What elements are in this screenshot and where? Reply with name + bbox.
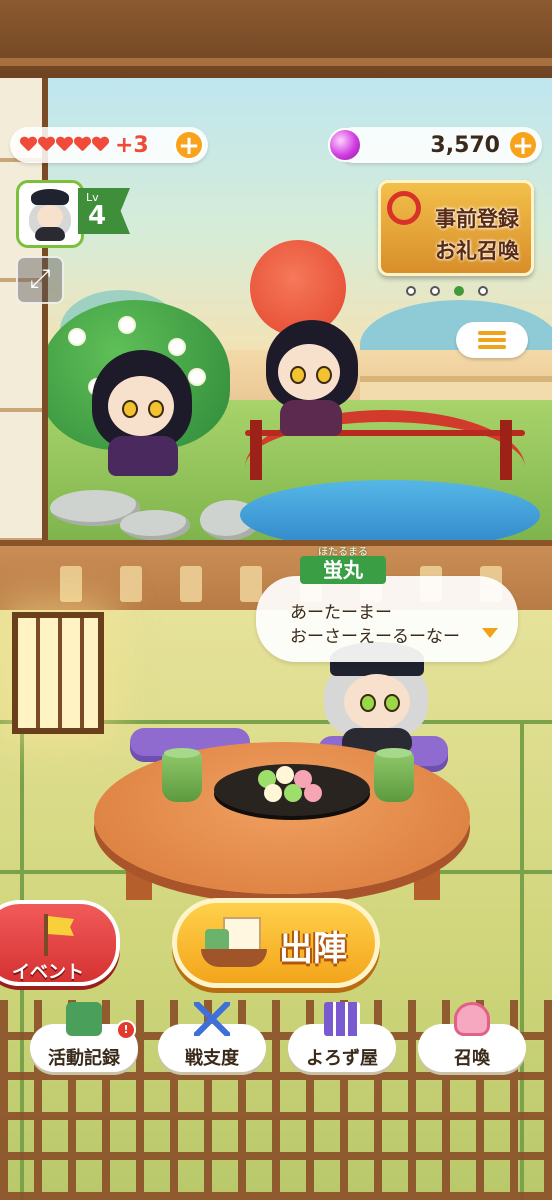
game-scene: +3 + 3,570 + Lv 4 ⤢ 事前登録 お礼召喚 あーたーまー おーさ… <box>0 0 552 1200</box>
nav-label: 活動記録 <box>48 1048 120 1069</box>
pre-registration-banner[interactable]: 事前登録 お礼召喚 <box>378 180 534 276</box>
stamina-bar: +3 + <box>10 127 208 163</box>
menu-button[interactable] <box>456 322 528 358</box>
dialogue-line-1: あーたーまー <box>290 603 392 623</box>
currency-bar: 3,570 + <box>328 127 542 163</box>
tea-cup <box>162 748 202 802</box>
paper-lantern <box>12 612 104 734</box>
heart-icon <box>56 137 73 153</box>
stamina-extra: +3 <box>115 132 149 158</box>
page-dot-active[interactable] <box>454 286 464 296</box>
flag-icon <box>44 914 48 956</box>
advance-arrow-icon <box>482 628 498 638</box>
speaker-name: 蛍丸 <box>323 558 363 582</box>
tea-cup <box>374 748 414 802</box>
event-button[interactable]: イベント <box>0 900 120 986</box>
expand-view-button[interactable]: ⤢ <box>16 256 64 304</box>
expand-arrows-icon: ⤢ <box>29 264 51 294</box>
banner-line-2: お礼召喚 <box>435 239 519 263</box>
speaker-name-tag: ほたるまる 蛍丸 <box>300 547 386 584</box>
speech-bubble[interactable]: あーたーまー おーさーえーるーなー <box>256 576 518 662</box>
sortie-label: 出陣 <box>279 929 347 969</box>
heart-icon <box>38 137 55 153</box>
dango <box>284 784 302 802</box>
dango <box>304 784 322 802</box>
nav-summon[interactable]: 召喚 <box>418 1002 526 1072</box>
nav-label: よろず屋 <box>306 1048 378 1069</box>
nav-activity-log[interactable]: ! 活動記録 <box>30 1002 138 1072</box>
dango <box>276 766 294 784</box>
character-purple-robed[interactable] <box>88 350 198 480</box>
notebook-icon <box>66 1002 102 1036</box>
dialogue-line-2: おーさーえーるーなー <box>290 627 460 647</box>
gem-icon <box>328 128 362 162</box>
heart-icon <box>74 137 91 153</box>
nav-shop[interactable]: よろず屋 <box>288 1002 396 1072</box>
bridge-post <box>500 420 512 480</box>
bridge-post <box>250 420 262 480</box>
speaker-ruby: ほたるまる <box>318 547 368 558</box>
heart-icons <box>20 137 109 153</box>
banner-pagination <box>406 286 488 296</box>
nav-label: 召喚 <box>454 1048 490 1069</box>
nav-label: 戦支度 <box>185 1048 239 1069</box>
character-on-bridge[interactable] <box>262 320 362 440</box>
banner-line-1: 事前登録 <box>435 207 519 231</box>
crossed-swords-icon <box>194 1002 230 1036</box>
currency-value: 3,570 <box>430 132 500 158</box>
ribbon-knot-icon <box>387 191 421 225</box>
summon-petal-icon <box>454 1002 490 1036</box>
heart-icon <box>20 137 37 153</box>
ship-icon <box>197 915 271 973</box>
hamburger-icon <box>478 331 506 335</box>
garden-stone <box>120 510 190 540</box>
nav-battle-prep[interactable]: 戦支度 <box>158 1002 266 1072</box>
sortie-button[interactable]: 出陣 <box>172 898 380 988</box>
heart-icon <box>92 137 109 153</box>
add-stamina-button[interactable]: + <box>174 130 204 160</box>
notification-badge: ! <box>116 1020 136 1040</box>
page-dot[interactable] <box>406 286 416 296</box>
shop-curtain-icon <box>324 1002 360 1036</box>
add-currency-button[interactable]: + <box>508 130 538 160</box>
ceiling-beam <box>0 0 552 82</box>
event-label: イベント <box>12 962 84 983</box>
page-dot[interactable] <box>430 286 440 296</box>
player-avatar[interactable] <box>16 180 84 248</box>
dango <box>264 784 282 802</box>
page-dot[interactable] <box>478 286 488 296</box>
level-value: 4 <box>88 201 107 231</box>
